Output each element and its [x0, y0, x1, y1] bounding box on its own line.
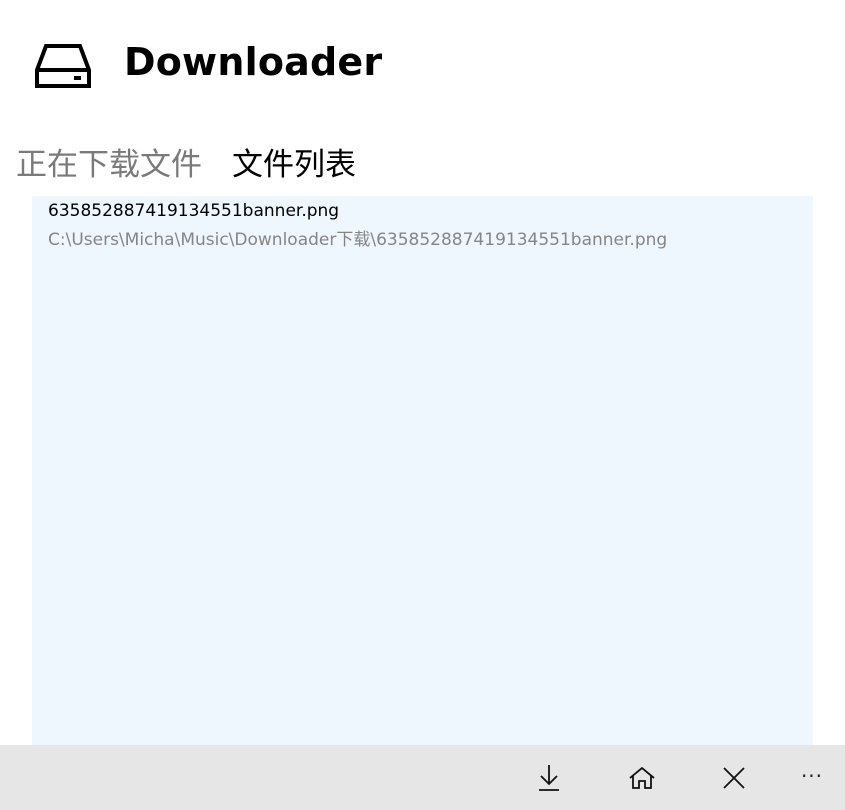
- drive-icon: [34, 43, 92, 89]
- tab-downloading[interactable]: 正在下载文件: [16, 143, 202, 189]
- app-window: Downloader 正在下载文件 文件列表 63585288741913455…: [0, 0, 845, 810]
- command-bar: ···: [0, 745, 845, 810]
- close-icon: [723, 766, 745, 789]
- home-button[interactable]: [612, 745, 672, 810]
- pivot-tabs: 正在下载文件 文件列表: [16, 143, 356, 189]
- file-path: C:\Users\Micha\Music\Downloader下载\635852…: [48, 230, 668, 250]
- tab-file-list[interactable]: 文件列表: [232, 143, 356, 189]
- file-name: 635852887419134551banner.png: [48, 201, 340, 221]
- download-icon: [538, 764, 560, 792]
- home-icon: [628, 766, 656, 790]
- file-list: 635852887419134551banner.png C:\Users\Mi…: [32, 196, 813, 745]
- list-item[interactable]: 635852887419134551banner.png C:\Users\Mi…: [48, 200, 788, 252]
- app-header: Downloader: [0, 0, 845, 120]
- download-button[interactable]: [519, 745, 579, 810]
- more-icon: ···: [800, 763, 824, 788]
- app-title: Downloader: [124, 40, 383, 84]
- more-button[interactable]: ···: [782, 745, 842, 810]
- close-button[interactable]: [704, 745, 764, 810]
